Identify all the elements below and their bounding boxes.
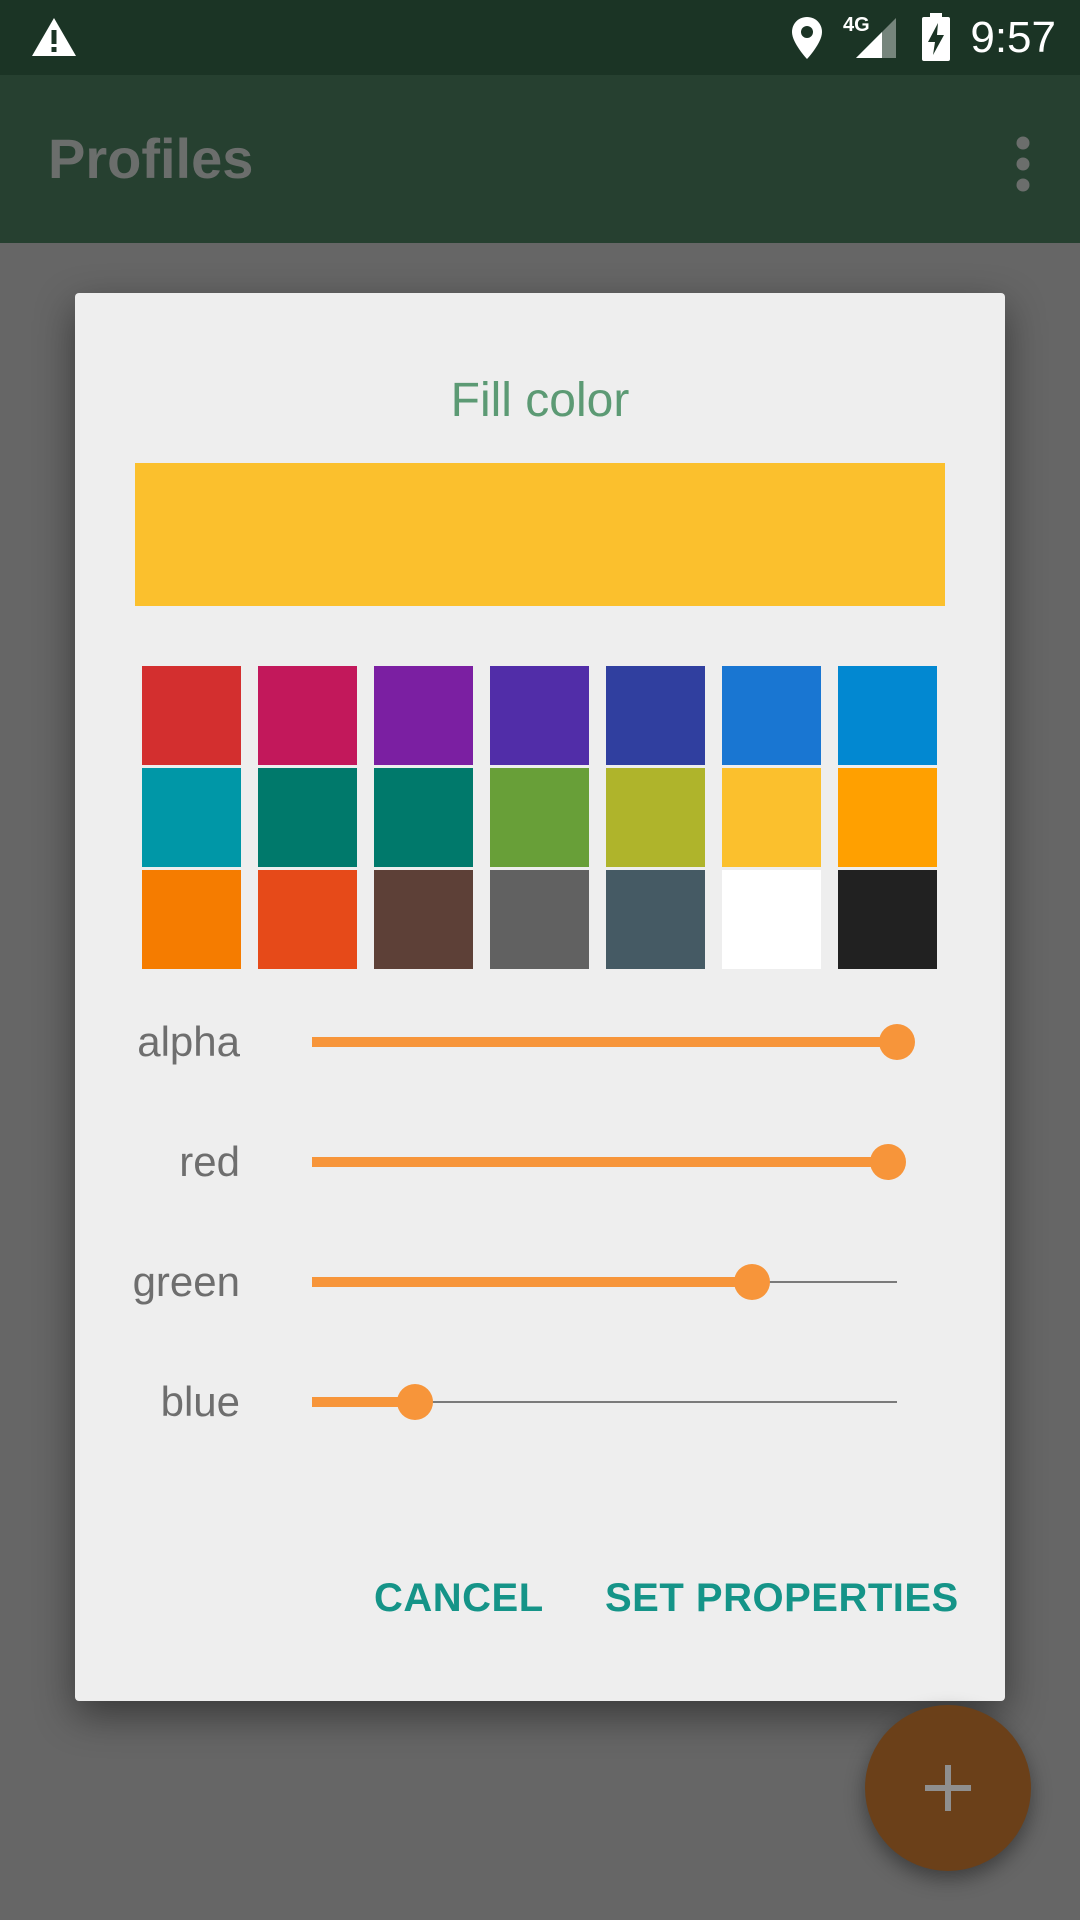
set-properties-button[interactable]: SET PROPERTIES <box>605 1563 959 1633</box>
slider-fill <box>312 1277 753 1287</box>
color-preview <box>135 463 945 606</box>
slider-row-blue: blue <box>75 1362 1005 1442</box>
color-swatch[interactable] <box>142 666 241 765</box>
status-bar: 4G 9:57 <box>0 0 1080 75</box>
slider-row-red: red <box>75 1122 1005 1202</box>
more-vert-icon[interactable] <box>1006 135 1040 193</box>
battery-charging-icon <box>922 13 950 61</box>
cancel-button[interactable]: CANCEL <box>374 1563 544 1633</box>
slider-thumb[interactable] <box>734 1264 771 1300</box>
plus-icon <box>925 1765 971 1811</box>
slider-thumb[interactable] <box>879 1024 915 1060</box>
dialog-title: Fill color <box>450 374 630 427</box>
slider-thumb[interactable] <box>397 1384 434 1420</box>
color-swatch[interactable] <box>142 870 241 969</box>
color-swatch[interactable] <box>374 666 473 765</box>
color-swatch[interactable] <box>606 666 705 765</box>
color-picker-dialog: Fill color alpha red green blue CANCEL S… <box>75 293 1005 1701</box>
slider-track[interactable] <box>312 1384 897 1420</box>
color-swatch[interactable] <box>838 768 937 867</box>
color-swatch[interactable] <box>374 870 473 969</box>
slider-row-alpha: alpha <box>75 1002 1005 1082</box>
slider-row-green: green <box>75 1242 1005 1322</box>
slider-track[interactable] <box>312 1144 906 1180</box>
color-swatch[interactable] <box>374 768 473 867</box>
app-bar-title: Profiles <box>48 127 254 190</box>
slider-label: green <box>132 1258 240 1305</box>
color-swatch[interactable] <box>606 768 705 867</box>
slider-label: red <box>179 1138 240 1185</box>
color-swatch[interactable] <box>722 870 821 969</box>
color-swatch[interactable] <box>722 666 821 765</box>
clock: 9:57 <box>970 13 1056 62</box>
slider-label: blue <box>160 1378 240 1425</box>
warning-icon <box>32 18 76 56</box>
color-swatch[interactable] <box>490 870 589 969</box>
signal-icon <box>856 18 896 58</box>
color-swatch[interactable] <box>258 870 357 969</box>
color-swatch[interactable] <box>142 768 241 867</box>
location-pin-icon <box>792 17 822 59</box>
color-swatch[interactable] <box>838 870 937 969</box>
color-swatch[interactable] <box>490 768 589 867</box>
color-swatch[interactable] <box>722 768 821 867</box>
slider-track[interactable] <box>312 1264 897 1300</box>
slider-thumb[interactable] <box>869 1144 906 1180</box>
color-swatch[interactable] <box>258 768 357 867</box>
color-swatch[interactable] <box>490 666 589 765</box>
app-bar: Profiles <box>0 75 1080 243</box>
color-swatch[interactable] <box>606 870 705 969</box>
add-fab[interactable] <box>865 1705 1031 1871</box>
color-swatch[interactable] <box>258 666 357 765</box>
color-swatch[interactable] <box>838 666 937 765</box>
slider-fill <box>312 1037 897 1047</box>
slider-track[interactable] <box>312 1024 915 1060</box>
color-palette <box>142 666 937 969</box>
slider-fill <box>312 1157 888 1167</box>
slider-label: alpha <box>137 1018 240 1065</box>
